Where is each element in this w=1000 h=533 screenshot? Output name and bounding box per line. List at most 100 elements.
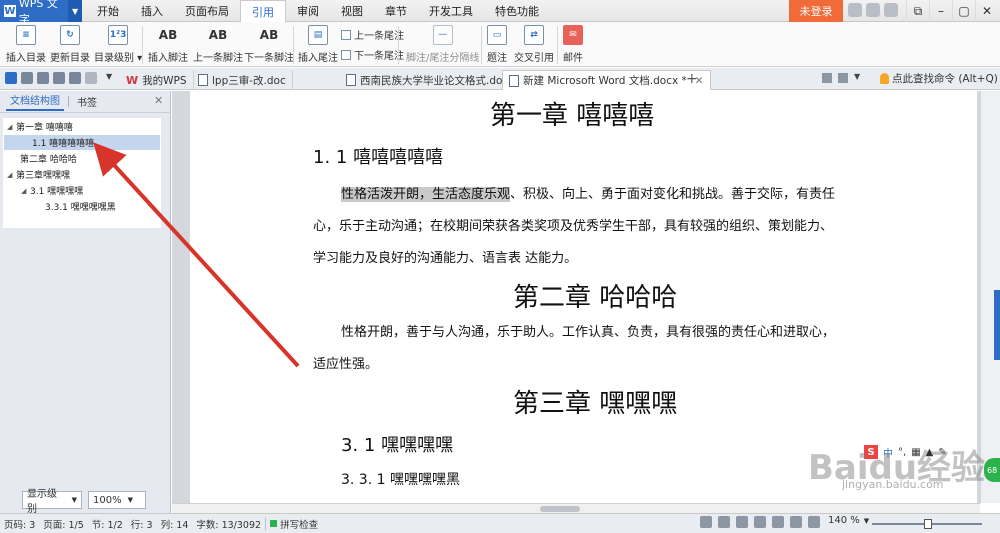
undo-icon[interactable]	[69, 72, 81, 84]
spell-check-toggle[interactable]: 拼写检查	[266, 517, 322, 531]
page-view-icon[interactable]	[736, 516, 748, 528]
next-endnote-icon	[341, 49, 351, 60]
menu-insert[interactable]: 插入	[130, 0, 174, 22]
mail-button[interactable]: ✉ 邮件	[563, 25, 583, 64]
status-page[interactable]: 页面: 1/5	[39, 517, 88, 531]
paragraph-1-line-2[interactable]: 心，乐于主动沟通；在校期间荣获各类奖项及优秀学生干部，具有较强的组织、策划能力、	[313, 215, 833, 234]
chevron-down-icon: ▼	[127, 496, 133, 504]
menu-page-layout[interactable]: 页面布局	[174, 0, 240, 22]
menu-developer[interactable]: 开发工具	[418, 0, 484, 22]
command-search[interactable]: 点此查找命令 (Alt+Q)	[880, 71, 998, 86]
outline-view-icon[interactable]	[754, 516, 766, 528]
restore-icon[interactable]: ⧉	[906, 0, 929, 22]
add-tab-icon[interactable]: +	[686, 71, 698, 87]
cross-ref-button[interactable]: ⇄ 交叉引用	[514, 25, 554, 64]
collapse-icon[interactable]: ◢	[7, 171, 16, 179]
redo-icon[interactable]	[85, 72, 97, 84]
caption-label: 题注	[487, 53, 507, 64]
next-endnote-label: 下一条尾注	[354, 51, 404, 62]
chevron-down-icon[interactable]: ▼	[68, 0, 82, 22]
help-icon[interactable]	[884, 3, 898, 17]
menu-features[interactable]: 特色功能	[484, 0, 550, 22]
tab-new-word-doc[interactable]: 新建 Microsoft Word 文档.docx * ✕	[502, 70, 711, 90]
tree-item[interactable]: ◢ 3.1 嘿嘿嘿嘿	[21, 183, 83, 198]
caption-button[interactable]: ▭ 题注	[487, 25, 507, 64]
tab-thesis-format[interactable]: 西南民族大学毕业论文格式.doc	[340, 70, 516, 90]
prev-footnote-button[interactable]: AB 上一条脚注	[193, 25, 243, 64]
tab-bookmarks[interactable]: 书签	[73, 94, 101, 109]
menu-home[interactable]: 开始	[86, 0, 130, 22]
print-icon[interactable]	[37, 72, 49, 84]
tree-item[interactable]: 第二章 哈哈哈	[20, 151, 77, 166]
prev-endnote-button[interactable]: 上一条尾注	[341, 27, 404, 42]
app-menu-button[interactable]: W WPS 文字 ▼	[0, 0, 82, 26]
toc-icon: ≡	[16, 25, 36, 45]
next-endnote-button[interactable]: 下一条尾注	[341, 47, 404, 62]
skin-icon[interactable]	[848, 3, 862, 17]
heading-chapter-1[interactable]: 第一章 嘻嘻嘻	[490, 95, 654, 132]
status-words[interactable]: 字数: 13/3092	[192, 517, 265, 531]
paragraph-2-line-1[interactable]: 性格开朗，善于与人沟通，乐于助人。工作认真、负责，具有很强的责任心和进取心，	[341, 321, 835, 340]
menu-view[interactable]: 视图	[330, 0, 374, 22]
shirt-icon[interactable]	[866, 3, 880, 17]
heading-3-1[interactable]: 3. 1 嘿嘿嘿嘿	[341, 431, 453, 457]
update-toc-button[interactable]: ↻ 更新目录	[50, 25, 90, 64]
export-pdf-icon[interactable]	[53, 72, 65, 84]
minimize-button[interactable]: –	[929, 0, 952, 22]
ribbon-divider	[142, 26, 143, 64]
paragraph-2-line-2[interactable]: 适应性强。	[313, 353, 378, 372]
insert-footnote-button[interactable]: AB 插入脚注	[148, 25, 188, 64]
show-level-dropdown[interactable]: 显示级别 ▼	[22, 489, 82, 515]
paragraph-1-line-1[interactable]: 性格活泼开朗，生活态度乐观、积极、向上、勇于面对变化和挑战。善于交际，有责任	[341, 183, 835, 202]
tab-document-map[interactable]: 文档结构图	[6, 92, 64, 111]
web-view-icon[interactable]	[772, 516, 784, 528]
status-page-num[interactable]: 页码: 3	[0, 517, 39, 531]
login-button[interactable]: 未登录	[789, 0, 843, 22]
insert-toc-button[interactable]: ≡ 插入目录	[6, 25, 46, 64]
tree-item[interactable]: ◢ 第一章 嘻嘻嘻	[7, 119, 73, 134]
reading-view-icon[interactable]	[790, 516, 802, 528]
print-preview-icon[interactable]	[21, 72, 33, 84]
cross-ref-icon: ⇄	[524, 25, 544, 45]
selected-text[interactable]: 性格活泼开朗，生活态度乐观	[341, 187, 511, 202]
close-button[interactable]: ✕	[975, 0, 998, 22]
next-footnote-button[interactable]: AB 下一条脚注	[244, 25, 294, 64]
save-icon[interactable]	[5, 72, 17, 84]
tree-item[interactable]: 3.3.1 嘿嘿嘿嘿黑	[45, 199, 116, 214]
protect-icon[interactable]	[700, 516, 712, 528]
status-section[interactable]: 节: 1/2	[88, 517, 127, 531]
paragraph-1-line-3[interactable]: 学习能力及良好的沟通能力、语言表 达能力。	[313, 247, 577, 266]
horizontal-scroll-thumb[interactable]	[540, 506, 580, 512]
tabs-dropdown-icon[interactable]: ▼	[854, 72, 864, 82]
quick-access-dropdown-icon[interactable]: ▼	[106, 72, 118, 84]
heading-1-1[interactable]: 1. 1 嘻嘻嘻嘻嘻	[313, 143, 443, 169]
tree-item[interactable]: ◢ 第三章嘿嘿嘿	[7, 167, 70, 182]
menu-review[interactable]: 审阅	[286, 0, 330, 22]
heading-chapter-3[interactable]: 第三章 嘿嘿嘿	[513, 383, 677, 420]
menu-section[interactable]: 章节	[374, 0, 418, 22]
tree-item-selected[interactable]: 1.1 嘻嘻嘻嘻嘻	[4, 135, 160, 150]
tile-icon[interactable]	[838, 73, 848, 83]
collapse-icon[interactable]: ◢	[7, 123, 16, 131]
maximize-button[interactable]: ▢	[952, 0, 975, 22]
close-pane-icon[interactable]: ✕	[154, 94, 163, 107]
eye-icon[interactable]	[808, 516, 820, 528]
scroll-thumb[interactable]	[994, 290, 1000, 360]
toc-level-dropdown[interactable]: 1²3 目录级别 ▾	[94, 25, 142, 64]
insert-endnote-button[interactable]: ▤ 插入尾注	[298, 25, 338, 64]
note-separator-button[interactable]: — 脚注/尾注分隔线	[406, 25, 479, 64]
heading-chapter-2[interactable]: 第二章 哈哈哈	[513, 277, 677, 314]
zoom-slider-handle[interactable]	[924, 519, 932, 529]
heading-3-3-1[interactable]: 3. 3. 1 嘿嘿嘿嘿黑	[341, 469, 460, 489]
tab-my-wps[interactable]: W 我的WPS	[120, 70, 194, 90]
float-badge-icon[interactable]: 68	[984, 458, 1000, 482]
zoom-level[interactable]: 140 % ▼	[828, 515, 869, 526]
full-screen-icon[interactable]	[718, 516, 730, 528]
tab-lpp-doc[interactable]: lpp三审-改.doc	[192, 70, 293, 90]
wps-logo-icon: W	[4, 5, 16, 17]
menu-references[interactable]: 引用	[240, 0, 286, 23]
window-layout-icon[interactable]	[822, 73, 832, 83]
collapse-icon[interactable]: ◢	[21, 187, 30, 195]
insert-toc-label: 插入目录	[6, 53, 46, 64]
pane-zoom-dropdown[interactable]: 100% ▼	[88, 491, 146, 509]
